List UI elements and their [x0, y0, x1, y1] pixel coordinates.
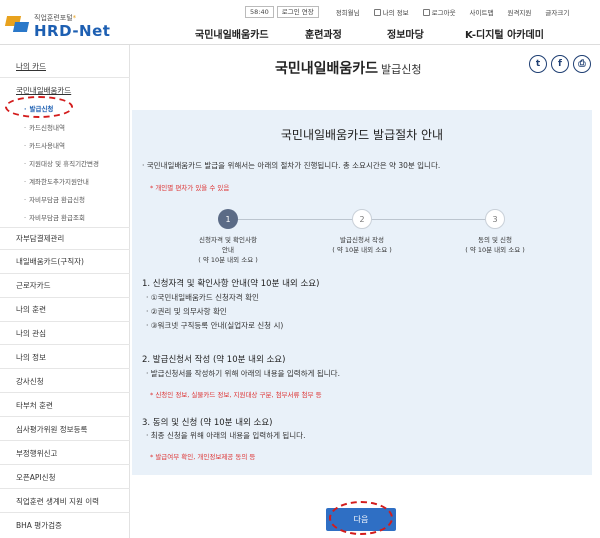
- facebook-icon[interactable]: f: [551, 55, 569, 73]
- sidebar-item-jobseeker-card[interactable]: 내일배움카드(구직자): [0, 256, 130, 267]
- sidebar-sub-refund-check[interactable]: 자비부담금 환급조회: [24, 212, 85, 222]
- util-sitemap[interactable]: 사이트맵: [470, 7, 494, 17]
- section-2-heading: 2. 발급신청서 작성 (약 10분 내외 소요): [142, 355, 286, 365]
- gnb-kdigital[interactable]: K-디지털 아카데미: [465, 26, 585, 41]
- site-logo[interactable]: 직업훈련포털* HRD-Net: [4, 6, 126, 42]
- sidebar-sub-history[interactable]: 카드신청내역: [24, 122, 65, 132]
- step-2-label: 발급신청서 작성( 약 10분 내외 소요 ): [332, 236, 392, 254]
- global-nav: 국민내일배움카드 훈련과정 정보마당 K-디지털 아카데미: [195, 26, 585, 41]
- sidebar-item-other-ministry[interactable]: 타부처 훈련: [0, 400, 130, 411]
- user-icon: [373, 8, 381, 16]
- sidebar-item-bha[interactable]: BHA 평가검증: [0, 520, 130, 531]
- util-logout[interactable]: 로그아웃: [422, 7, 456, 17]
- session-timer: 58:40: [245, 6, 274, 18]
- utility-bar: 58:40 로그인 연장 정희월님 나의 정보 로그아웃 사이트맵 원격지원 글…: [245, 5, 569, 19]
- section-1-item: · ①국민내일배움카드 신청자격 확인: [146, 293, 259, 302]
- sidebar-item-evaluator[interactable]: 심사평가위원 정보등록: [0, 424, 130, 435]
- section-1-heading: 1. 신청자격 및 확인사항 안내(약 10분 내외 소요): [142, 279, 320, 289]
- util-font-size[interactable]: 글자크기: [545, 7, 569, 17]
- variance-note: * 개인별 편차가 있을 수 있음: [150, 184, 230, 192]
- step-2-circle: 2: [352, 209, 372, 229]
- share-bar: t f ⎙: [529, 55, 591, 73]
- sidebar-item-instructor[interactable]: 강사신청: [0, 376, 130, 387]
- extend-login-button[interactable]: 로그인 연장: [276, 6, 319, 18]
- gnb-card[interactable]: 국민내일배움카드: [195, 26, 305, 41]
- sidebar-item-living-cost[interactable]: 직업훈련 생계비 지원 이력: [0, 496, 130, 507]
- logo-mark-icon: [4, 14, 30, 34]
- sidebar-item-open-api[interactable]: 오픈API신청: [0, 472, 130, 483]
- gnb-course[interactable]: 훈련과정: [305, 26, 387, 41]
- gnb-info[interactable]: 정보마당: [387, 26, 465, 41]
- util-user-name[interactable]: 정희월님: [336, 7, 360, 17]
- sidebar-sub-usage[interactable]: 카드사용내역: [24, 140, 65, 150]
- section-1-item: · ③워크넷 구직등록 안내(실업자로 신청 시): [146, 321, 284, 330]
- step-3-label: 동의 및 신청( 약 10분 내외 소요 ): [465, 236, 525, 254]
- sidebar-my-card[interactable]: 나의 카드: [0, 61, 130, 72]
- section-1-item: · ②권리 및 의무사항 확인: [146, 307, 227, 316]
- logo-subtitle: 직업훈련포털: [34, 14, 73, 22]
- section-2-note: * 신청인 정보, 실물카드 정보, 지원대상 구분, 첨부서류 첨부 등: [150, 391, 322, 399]
- sidebar-sub-refund[interactable]: 자비부담금 환급신청: [24, 194, 85, 204]
- logo-title: HRD-Net: [34, 22, 111, 40]
- panel-title: 국민내일배움카드 발급절차 안내: [280, 128, 444, 142]
- step-3-circle: 3: [485, 209, 505, 229]
- logout-icon: [422, 8, 430, 16]
- step-1-circle: 1: [218, 209, 238, 229]
- sidebar-item-my-info[interactable]: 나의 정보: [0, 352, 130, 363]
- sidebar-sub-limit[interactable]: 계좌한도추가지원안내: [24, 176, 89, 186]
- sidebar-item-worker-card[interactable]: 근로자카드: [0, 280, 130, 291]
- sidebar-item-my-interest[interactable]: 나의 관심: [0, 328, 130, 339]
- sidebar-item-my-training[interactable]: 나의 훈련: [0, 304, 130, 315]
- step-1-label: 신청자격 및 확인사항 안내( 약 10분 내외 소요 ): [198, 236, 258, 264]
- section-2-item: · 발급신청서를 작성하기 위해 아래의 내용을 입력하게 됩니다.: [146, 369, 340, 378]
- sidebar-item-payment[interactable]: 자부담결제관리: [0, 233, 130, 244]
- highlight-next-oval: [329, 501, 393, 535]
- section-3-item: · 최종 신청을 위해 아래의 내용을 입력하게 됩니다.: [146, 431, 306, 440]
- sidebar-card-section[interactable]: 국민내일배움카드: [0, 85, 130, 96]
- util-my-info[interactable]: 나의 정보: [373, 7, 409, 17]
- sidebar: 나의 카드 국민내일배움카드 발급신청 카드신청내역 카드사용내역 지원대상 및…: [0, 45, 130, 538]
- sidebar-item-fraud-report[interactable]: 부정행위신고: [0, 448, 130, 459]
- util-remote-support[interactable]: 원격지원: [507, 7, 531, 17]
- sidebar-sub-change[interactable]: 지원대상 및 휴직기간변경: [24, 158, 99, 168]
- procedure-panel: 국민내일배움카드 발급절차 안내 · 국민내일배움카드 발급을 위해서는 아래의…: [132, 110, 592, 475]
- highlight-apply-oval: [5, 96, 73, 118]
- page-title: 국민내일배움카드 발급신청: [275, 61, 422, 77]
- section-3-note: * 발급여부 확인, 개인정보제공 동의 등: [150, 453, 256, 461]
- section-3-heading: 3. 동의 및 신청 (약 10분 내외 소요): [142, 418, 273, 428]
- print-icon[interactable]: ⎙: [573, 55, 591, 73]
- intro-text: · 국민내일배움카드 발급을 위해서는 아래의 절차가 진행됩니다. 총 소요시…: [142, 161, 441, 170]
- twitter-icon[interactable]: t: [529, 55, 547, 73]
